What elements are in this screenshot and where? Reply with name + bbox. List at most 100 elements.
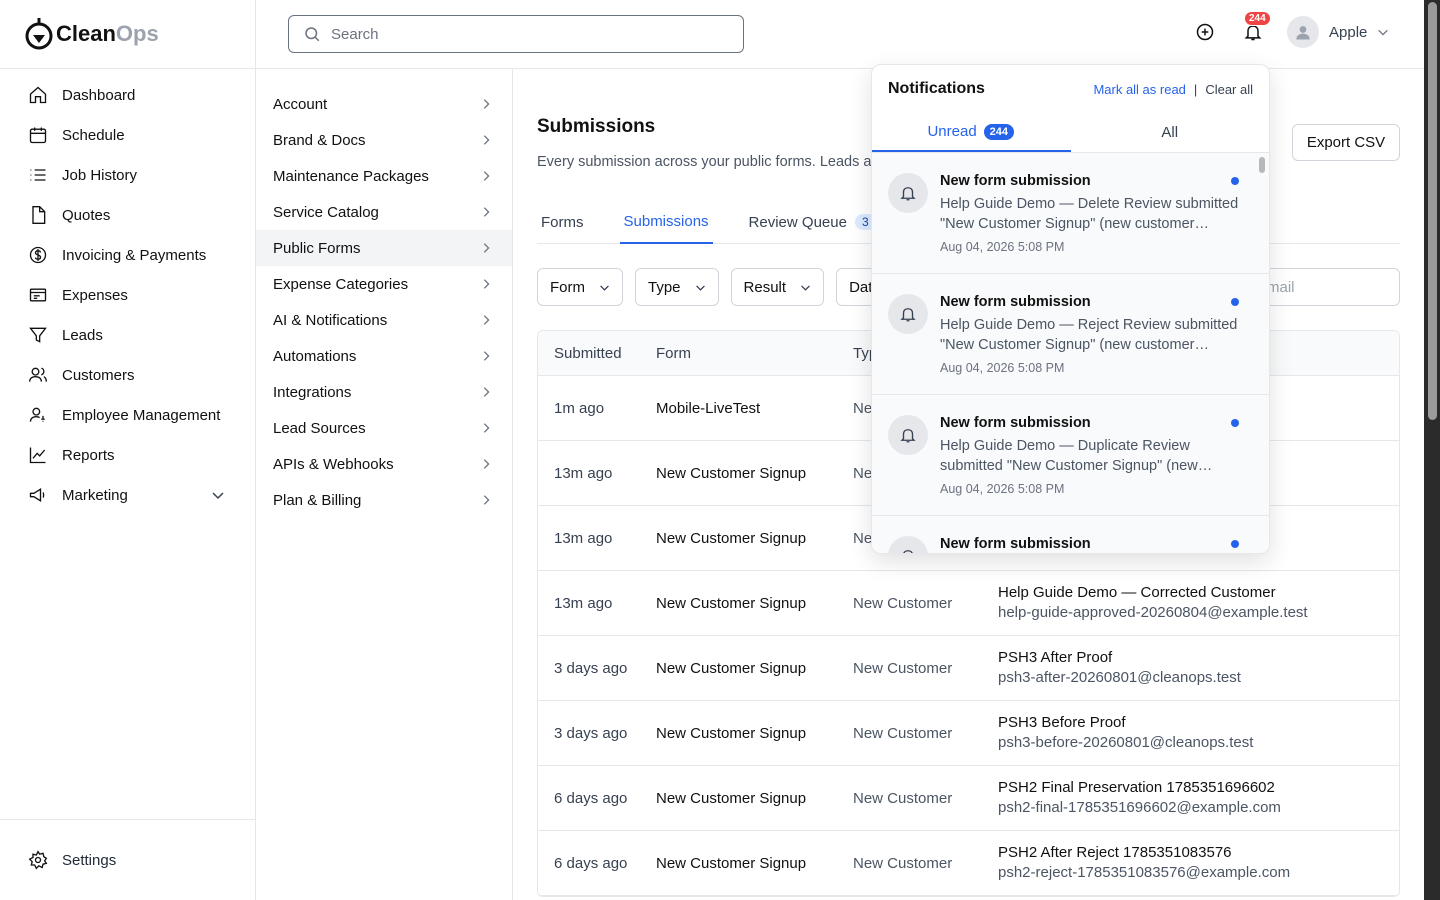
unread-dot [1231,419,1239,427]
cell-form: New Customer Signup [656,529,807,547]
bell-icon [900,308,916,322]
chevron-right-icon [483,315,490,325]
clear-all-button[interactable]: Clear all [1205,82,1253,97]
tab-submissions[interactable]: Submissions [619,200,713,244]
nav-leads[interactable]: Leads [0,315,255,355]
cell-form: New Customer Signup [656,724,807,742]
subnav-item-lead-sources[interactable]: Lead Sources [256,410,512,446]
brand-name: CleanOps [56,21,159,46]
col-submitted[interactable]: Submitted [538,345,656,362]
subnav-item-expense-categories[interactable]: Expense Categories [256,266,512,302]
notification-item[interactable]: New form submission Help Guide Demo — Rej… [872,274,1269,395]
nav-employee-management[interactable]: Employee Management [0,395,255,435]
cell-submitted: 1m ago [554,399,605,417]
type-filter[interactable]: Type [635,268,719,306]
subnav-item-ai-notifications[interactable]: AI & Notifications [256,302,512,338]
user-menu[interactable]: Apple [1287,16,1389,48]
subnav-item-brand-docs[interactable]: Brand & Docs [256,122,512,158]
logo[interactable]: CleanOps [0,0,255,69]
cell-submitted: 3 days ago [554,724,628,742]
cell-contact: Help Guide Demo — Corrected Customer help… [998,583,1399,623]
subnav-item-maintenance-packages[interactable]: Maintenance Packages [256,158,512,194]
nav-customers[interactable]: Customers [0,355,255,395]
notification-item[interactable]: New form submission Help Guide Demo — Del… [872,153,1269,274]
mark-all-read-button[interactable]: Mark all as read [1093,82,1185,97]
form-filter[interactable]: Form [537,268,623,306]
nav-label: Expenses [62,286,128,304]
cell-submitted: 6 days ago [554,789,628,807]
chevron-down-icon [1378,29,1389,36]
notification-bell-avatar [888,173,928,213]
subnav-item-plan-billing[interactable]: Plan & Billing [256,482,512,518]
nav-reports[interactable]: Reports [0,435,255,475]
result-filter[interactable]: Result [730,268,825,306]
users-icon [29,367,47,382]
bell-icon [900,187,916,201]
nav-expenses[interactable]: Expenses [0,275,255,315]
notifications-tabs: Unread 244 All [872,113,1269,153]
tab-label: Review Queue [748,213,847,231]
nav-marketing[interactable]: Marketing [0,475,255,515]
subnav-label: Automations [273,347,357,365]
nav-label: Quotes [62,206,111,224]
nav-quotes[interactable]: Quotes [0,195,255,235]
subnav-item-automations[interactable]: Automations [256,338,512,374]
notification-time: Aug 04, 2026 5:08 PM [940,240,1065,254]
notification-description: Help Guide Demo — Delete Review submitte… [940,196,1239,232]
unread-count-badge: 244 [982,122,1016,141]
add-button[interactable] [1193,20,1217,44]
unread-dot [1231,298,1239,306]
nav-settings[interactable]: Settings [0,819,255,900]
notification-item[interactable]: New form submission [872,516,1269,553]
page-scrollbar-thumb[interactable] [1428,2,1437,420]
search-box[interactable] [288,15,744,53]
col-form[interactable]: Form [656,345,853,362]
subnav-item-service-catalog[interactable]: Service Catalog [256,194,512,230]
tab-unread[interactable]: Unread 244 [872,113,1071,152]
export-csv-button[interactable]: Export CSV [1292,124,1400,161]
notification-item[interactable]: New form submission Help Guide Demo — Dup… [872,395,1269,516]
subnav-label: Integrations [273,383,352,401]
cell-submitted: 13m ago [554,529,613,547]
table-row[interactable]: 3 days ago New Customer Signup New Custome… [538,636,1399,701]
notification-bell-avatar [888,536,928,553]
tab-forms[interactable]: Forms [537,200,588,244]
subnav-item-public-forms[interactable]: Public Forms [256,230,512,266]
settings-label: Settings [62,851,117,869]
table-row[interactable]: 13m ago New Customer Signup New Customer He… [538,571,1399,636]
subnav-item-account[interactable]: Account [256,86,512,122]
chevron-right-icon [483,423,490,433]
tab-review-queue[interactable]: Review Queue 3 [745,200,880,244]
nav-job-history[interactable]: Job History [0,155,255,195]
subnav-label: Brand & Docs [273,131,366,149]
table-row[interactable]: 6 days ago New Customer Signup New Custome… [538,766,1399,831]
tab-all[interactable]: All [1071,113,1270,152]
table-row[interactable]: 6 days ago New Customer Signup New Custome… [538,831,1399,896]
cell-form: New Customer Signup [656,594,807,612]
table-row[interactable]: 3 days ago New Customer Signup New Custome… [538,701,1399,766]
nav-dashboard[interactable]: Dashboard [0,75,255,115]
cell-contact: PSH2 Final Preservation 1785351696602 psh… [998,778,1399,818]
subnav-item-integrations[interactable]: Integrations [256,374,512,410]
unread-dot [1231,177,1239,185]
chevron-down-icon [600,284,609,291]
chevron-right-icon [483,243,490,253]
tab-label: Forms [541,213,584,231]
nav-invoicing[interactable]: Invoicing & Payments [0,235,255,275]
nav-label: Leads [62,326,103,344]
notifications-list[interactable]: New form submission Help Guide Demo — Del… [872,153,1269,553]
filter-label: Form [550,278,585,296]
nav-label: Marketing [62,486,128,504]
cell-submitted: 13m ago [554,464,613,482]
subnav-label: Plan & Billing [273,491,362,509]
user-name: Apple [1329,23,1368,41]
nav-schedule[interactable]: Schedule [0,115,255,155]
scrollbar[interactable] [1259,157,1265,173]
chevron-down-icon[interactable] [211,488,225,502]
subnav-label: Expense Categories [273,275,409,293]
cell-form: New Customer Signup [656,854,807,872]
subnav-label: AI & Notifications [273,311,388,329]
search-input[interactable] [331,25,711,43]
subnav-item-apis-webhooks[interactable]: APIs & Webhooks [256,446,512,482]
bell-icon [900,429,916,443]
